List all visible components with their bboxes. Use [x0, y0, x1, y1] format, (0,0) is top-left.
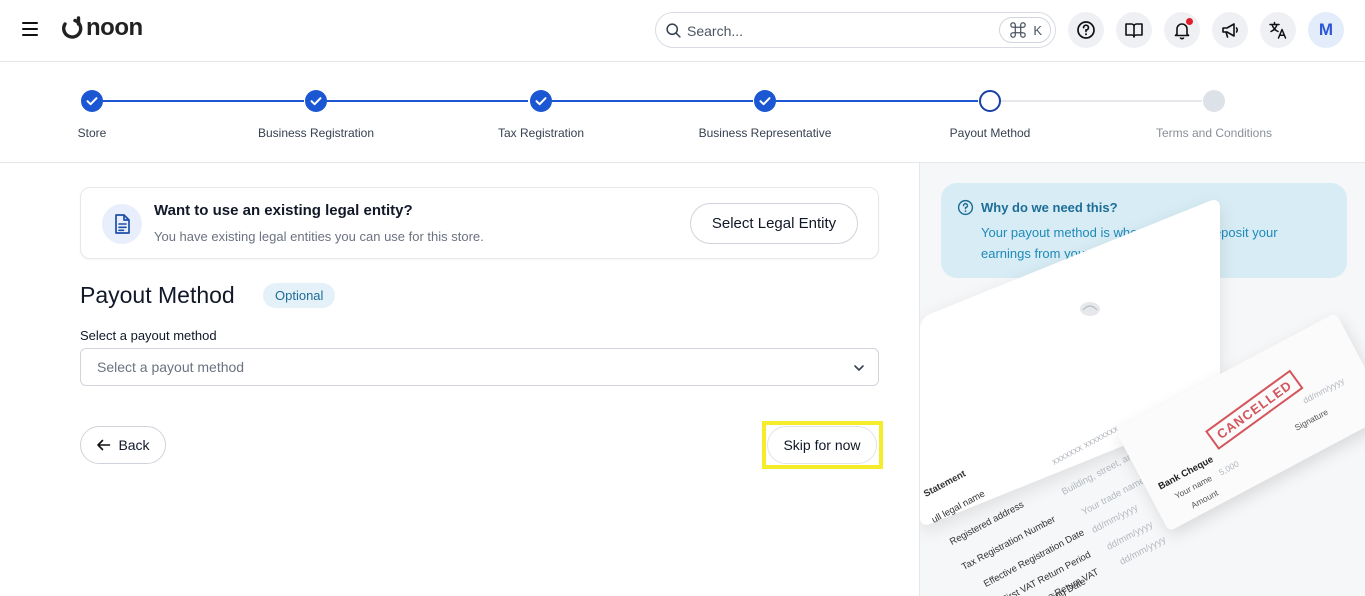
page-title: Payout Method: [80, 282, 235, 308]
check-icon: [759, 97, 771, 106]
top-header: noon K: [0, 0, 1365, 62]
check-icon: [86, 97, 98, 106]
guide-button[interactable]: [1116, 12, 1152, 48]
check-icon: [535, 97, 547, 106]
cheque-signature: Signature: [1292, 406, 1330, 433]
payout-method-select[interactable]: Select a payout method: [80, 348, 879, 386]
search-input[interactable]: [687, 21, 987, 41]
help-circle-icon: [957, 199, 974, 216]
legal-entity-title: Want to use an existing legal entity?: [154, 202, 413, 219]
document-icon: [102, 204, 142, 244]
shortcut-key: K: [1033, 22, 1042, 38]
help-icon: [1077, 21, 1095, 39]
command-key-icon: [1010, 22, 1027, 38]
step-tax-registration-check[interactable]: [530, 90, 552, 112]
search-shortcut-badge: K: [999, 17, 1051, 43]
menu-icon[interactable]: [22, 22, 38, 36]
step-connector: [1001, 100, 1202, 102]
emblem-icon: [1080, 302, 1100, 316]
cancelled-stamp: CANCELLED: [1205, 369, 1304, 450]
search-bar[interactable]: K: [655, 12, 1056, 48]
logo-text: noon: [86, 14, 143, 41]
payout-method-placeholder: Select a payout method: [97, 359, 245, 375]
document-illustration: Statement ull legal name Registered addr…: [920, 196, 1365, 596]
optional-badge: Optional: [263, 283, 336, 308]
cheque-date: dd/mm/yyyy: [1301, 375, 1346, 406]
step-connector: [776, 100, 978, 102]
chevron-down-icon: [854, 365, 864, 371]
book-icon: [1125, 23, 1143, 38]
noon-logo[interactable]: noon: [60, 14, 143, 42]
step-label-tax-registration: Tax Registration: [497, 126, 585, 140]
select-legal-entity-button[interactable]: Select Legal Entity: [690, 203, 858, 244]
translate-icon: [1269, 21, 1287, 39]
step-label-business-registration: Business Registration: [257, 126, 375, 140]
avatar-initial: M: [1318, 20, 1334, 39]
user-avatar[interactable]: M: [1308, 12, 1344, 48]
back-label: Back: [118, 437, 150, 453]
megaphone-icon: [1222, 23, 1239, 38]
step-connector: [327, 100, 528, 102]
notification-dot: [1186, 18, 1193, 25]
info-panel: Why do we need this? Your payout method …: [919, 163, 1365, 596]
step-label-payout-method: Payout Method: [949, 126, 1031, 140]
payout-method-label: Select a payout method: [80, 328, 217, 343]
noon-logo-mark-icon: [62, 16, 83, 39]
step-store-check[interactable]: [81, 90, 103, 112]
skip-for-now-button[interactable]: Skip for now: [767, 426, 877, 464]
search-icon: [666, 23, 681, 38]
step-connector: [552, 100, 753, 102]
step-business-representative-check[interactable]: [754, 90, 776, 112]
step-payout-method-current[interactable]: [979, 90, 1001, 112]
step-connector: [103, 100, 304, 102]
legal-entity-card: Want to use an existing legal entity? Yo…: [80, 187, 879, 259]
step-label-business-representative: Business Representative: [698, 126, 832, 140]
back-button[interactable]: Back: [80, 426, 166, 464]
onboarding-stepper: Store Business Registration Tax Registra…: [0, 63, 1365, 163]
step-label-store: Store: [77, 126, 107, 140]
language-button[interactable]: [1260, 12, 1296, 48]
arrow-left-icon: [97, 439, 111, 451]
info-title: Why do we need this?: [981, 200, 1118, 215]
notifications-button[interactable]: [1164, 12, 1200, 48]
step-terms-pending: [1203, 90, 1225, 112]
cheque-number: 5,000: [1217, 458, 1241, 478]
step-label-terms: Terms and Conditions: [1155, 126, 1273, 140]
step-business-registration-check[interactable]: [305, 90, 327, 112]
help-button[interactable]: [1068, 12, 1104, 48]
check-icon: [310, 97, 322, 106]
announcements-button[interactable]: [1212, 12, 1248, 48]
legal-entity-subtitle: You have existing legal entities you can…: [154, 229, 484, 244]
